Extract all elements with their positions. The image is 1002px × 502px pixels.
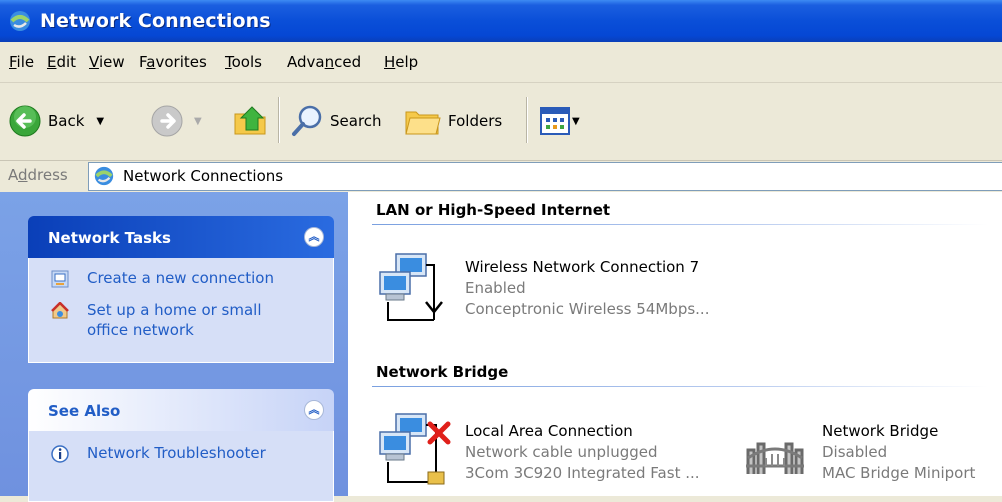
- title-bar[interactable]: Network Connections: [0, 0, 1002, 42]
- see-also-title: See Also: [48, 402, 121, 420]
- connection-device: MAC Bridge Miniport: [822, 464, 976, 482]
- up-folder-button[interactable]: [232, 102, 268, 138]
- address-bar: Address Network Connections: [0, 161, 1002, 191]
- network-tasks-title: Network Tasks: [48, 229, 171, 247]
- network-tasks-panel: Network Tasks ︽ Create a new connection …: [28, 216, 334, 363]
- toolbar-separator: [278, 97, 280, 143]
- search-button[interactable]: Search: [290, 104, 382, 138]
- up-folder-icon: [234, 106, 266, 135]
- toolbar: Back ▼ ▼ Search Folders ▼: [0, 83, 1002, 161]
- views-icon: [540, 107, 570, 135]
- setup-home-network-line2: office network: [87, 321, 194, 339]
- back-arrow-icon: [9, 105, 41, 137]
- info-icon: [51, 445, 69, 463]
- group-divider: [372, 386, 988, 387]
- back-button[interactable]: Back ▼: [8, 104, 104, 138]
- menu-view[interactable]: View: [89, 53, 125, 71]
- see-also-body: Network Troubleshooter: [28, 431, 334, 502]
- see-also-panel: See Also ︽ Network Troubleshooter: [28, 389, 334, 502]
- lan-connection-icon: [379, 413, 451, 485]
- network-bridge-icon: [746, 442, 804, 474]
- group-divider: [372, 224, 988, 225]
- content-pane: LAN or High-Speed Internet Wireless Netw…: [348, 192, 1002, 496]
- connection-name: Wireless Network Connection 7: [465, 258, 700, 276]
- wireless-connection-icon: [379, 253, 443, 321]
- address-field[interactable]: Network Connections: [88, 162, 1002, 191]
- menu-favorites[interactable]: Favorites: [139, 53, 207, 71]
- new-connection-icon: [51, 270, 69, 288]
- connection-device: Conceptronic Wireless 54Mbps...: [465, 300, 710, 318]
- search-label: Search: [330, 112, 382, 130]
- window-title: Network Connections: [40, 10, 271, 32]
- network-connections-icon: [10, 11, 30, 31]
- setup-home-network-line1: Set up a home or small: [87, 301, 262, 319]
- network-tasks-body: Create a new connection Set up a home or…: [28, 258, 334, 363]
- network-troubleshooter-link[interactable]: Network Troubleshooter: [87, 443, 266, 463]
- menu-advanced[interactable]: Advanced: [287, 53, 361, 71]
- back-dropdown-icon[interactable]: ▼: [96, 116, 104, 127]
- group-title-bridge: Network Bridge: [376, 363, 509, 381]
- connection-status: Network cable unplugged: [465, 443, 658, 461]
- task-pane: Network Tasks ︽ Create a new connection …: [0, 192, 348, 502]
- network-connections-icon: [94, 166, 114, 186]
- menu-file[interactable]: File: [9, 53, 34, 71]
- connection-device: 3Com 3C920 Integrated Fast ...: [465, 464, 700, 482]
- menu-help[interactable]: Help: [384, 53, 418, 71]
- collapse-chevron-icon[interactable]: ︽: [304, 227, 324, 247]
- address-value: Network Connections: [123, 167, 284, 185]
- forward-arrow-icon: [151, 105, 183, 137]
- menu-edit[interactable]: Edit: [47, 53, 76, 71]
- connection-name: Network Bridge: [822, 422, 939, 440]
- group-title-lan: LAN or High-Speed Internet: [376, 201, 611, 219]
- forward-button[interactable]: ▼: [150, 104, 202, 138]
- search-icon: [292, 105, 322, 136]
- see-also-header[interactable]: See Also ︽: [28, 389, 334, 431]
- create-new-connection-link[interactable]: Create a new connection: [87, 268, 274, 288]
- network-tasks-header[interactable]: Network Tasks ︽: [28, 216, 334, 258]
- views-button[interactable]: ▼: [540, 107, 580, 135]
- connection-status: Disabled: [822, 443, 888, 461]
- collapse-chevron-icon[interactable]: ︽: [304, 400, 324, 420]
- setup-home-network-link[interactable]: Set up a home or small office network: [87, 300, 262, 340]
- connection-status: Enabled: [465, 279, 526, 297]
- folders-button[interactable]: Folders: [404, 104, 502, 138]
- views-dropdown-icon[interactable]: ▼: [572, 116, 580, 127]
- forward-dropdown-icon[interactable]: ▼: [194, 116, 202, 127]
- home-network-icon: [51, 302, 69, 319]
- address-label: Address: [8, 166, 68, 184]
- menu-tools[interactable]: Tools: [225, 53, 262, 71]
- folders-icon: [405, 111, 441, 135]
- menu-bar: File Edit View Favorites Tools Advanced …: [0, 42, 1002, 83]
- back-label: Back: [48, 112, 85, 130]
- connection-name: Local Area Connection: [465, 422, 633, 440]
- folders-label: Folders: [448, 112, 503, 130]
- toolbar-separator: [526, 97, 528, 143]
